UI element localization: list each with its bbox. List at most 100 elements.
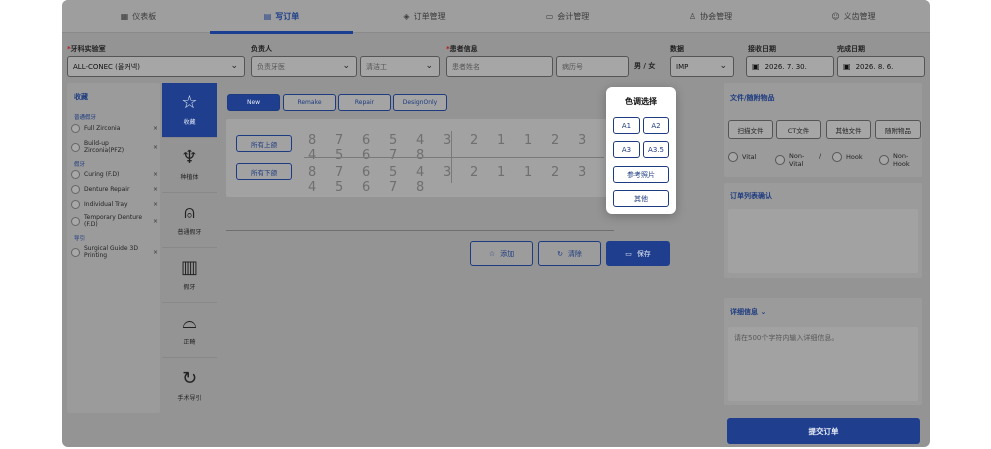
clear-button[interactable]: ↻ 清除 — [538, 241, 601, 266]
calendar-icon: ▣ — [752, 62, 760, 71]
category-orthodontic[interactable]: ⌓ 正畸 — [162, 303, 217, 358]
shade-a35-button[interactable]: A3.5 — [643, 141, 669, 158]
save-button[interactable]: ▭ 保存 — [606, 241, 670, 266]
upper-teeth-row[interactable]: 8 7 6 5 4 3 2 1 1 2 3 4 5 6 7 8 — [308, 133, 614, 163]
tab-denture[interactable]: ☺ 义齿管理 — [782, 0, 925, 33]
scan-file-button[interactable]: 扫描文件 — [728, 120, 773, 139]
shade-a3-button[interactable]: A3 — [613, 141, 640, 158]
grid-icon: ▦ — [120, 12, 129, 21]
close-icon[interactable]: × — [153, 125, 158, 132]
category-implant[interactable]: ♆ 种植体 — [162, 138, 217, 193]
completed-date-input[interactable]: ▣ 2026. 8. 6. — [837, 56, 925, 77]
order-type-design-only[interactable]: DesignOnly — [393, 94, 447, 111]
non-hook-checkbox[interactable]: Non-Hook — [879, 152, 911, 168]
teeth-chart: 所有上颌 所有下颌 8 7 6 5 4 3 2 1 1 2 3 4 5 6 7 … — [226, 119, 614, 197]
close-icon[interactable]: × — [153, 144, 158, 151]
radio-icon[interactable] — [71, 247, 80, 257]
refresh-icon: ↻ — [557, 249, 563, 258]
radio-icon[interactable] — [71, 170, 80, 179]
favorites-group: 普通假牙 — [74, 115, 97, 121]
star-icon: ☆ — [181, 92, 198, 113]
chevron-down-icon: ⌄ — [342, 61, 350, 71]
attachments-button[interactable]: 随附物品 — [875, 120, 921, 139]
vital-checkbox[interactable]: Vital — [728, 152, 756, 162]
category-crown[interactable]: ⍝ 普通假牙 — [162, 193, 217, 248]
patient-name-input[interactable]: 患者姓名 — [446, 56, 553, 77]
detail-textarea[interactable]: 请在500个字符内输入详细信息。 — [728, 327, 918, 401]
orthodontic-icon: ⌓ — [182, 312, 197, 333]
category-favorites[interactable]: ☆ 收藏 — [162, 83, 217, 138]
files-title: 文件/随附物品 — [730, 94, 775, 102]
detail-panel: 详细信息 ⌄ 请在500个字符内输入详细信息。 — [724, 298, 922, 405]
tab-write-order[interactable]: ▤ 写订单 — [210, 0, 353, 34]
smile-icon: ☺ — [831, 12, 840, 21]
non-vital-checkbox[interactable]: Non-Vital — [775, 152, 807, 168]
add-button[interactable]: ☆ 添加 — [470, 241, 533, 266]
shade-other-button[interactable]: 其他 — [613, 190, 669, 207]
shade-a2-button[interactable]: A2 — [643, 117, 669, 134]
chevron-down-icon: ⌄ — [760, 308, 767, 316]
lower-teeth-row[interactable]: 8 7 6 5 4 3 2 1 1 2 3 4 5 6 7 8 — [308, 165, 614, 195]
teeth-divider — [304, 157, 604, 158]
completed-date-label: 完成日期 — [837, 45, 865, 53]
favorite-item[interactable]: Denture Repair × — [71, 185, 158, 194]
other-file-button[interactable]: 其他文件 — [826, 120, 871, 139]
close-icon[interactable]: × — [153, 186, 158, 193]
received-date-input[interactable]: ▣ 2026. 7. 30. — [746, 56, 834, 77]
order-list — [728, 209, 918, 273]
close-icon[interactable]: × — [153, 218, 158, 225]
received-date-label: 接收日期 — [748, 45, 776, 53]
patient-label: *患者信息 — [446, 45, 478, 53]
favorite-item[interactable]: Build-up Zirconia(PFZ) × — [71, 140, 158, 154]
favorites-group: 导引 — [74, 236, 86, 242]
sex-toggle[interactable]: 男 / 女 — [634, 61, 655, 71]
person-icon: ♙ — [688, 12, 697, 21]
cleaner-select[interactable]: 清洁工 ⌄ — [360, 56, 440, 77]
favorite-item[interactable]: Temporary Denture (F.D) × — [71, 214, 158, 228]
favorite-item[interactable]: Full Zirconia × — [71, 124, 158, 133]
lab-label: *牙科实验室 — [67, 45, 106, 53]
close-icon[interactable]: × — [153, 249, 158, 256]
favorite-item[interactable]: Individual Tray × — [71, 200, 158, 209]
favorite-item[interactable]: Surgical Guide 3D Printing × — [71, 245, 158, 259]
tab-accounting[interactable]: ▭ 会计管理 — [496, 0, 639, 33]
dentist-select[interactable]: 负责牙医 ⌄ — [251, 56, 357, 77]
lab-select[interactable]: ALL-CONEC (올커넥) ⌄ — [67, 56, 245, 77]
ct-file-button[interactable]: CT文件 — [776, 120, 821, 139]
radio-icon[interactable] — [71, 200, 80, 209]
chevron-down-icon: ⌄ — [425, 61, 433, 71]
tab-association[interactable]: ♙ 协会管理 — [639, 0, 782, 33]
crown-icon: ⍝ — [184, 202, 195, 223]
close-icon[interactable]: × — [153, 171, 158, 178]
teeth-midline — [451, 131, 452, 183]
shade-a1-button[interactable]: A1 — [613, 117, 640, 134]
reference-photo-button[interactable]: 参考照片 — [613, 166, 669, 183]
category-surgical-guide[interactable]: ↻ 手术导引 — [162, 358, 217, 413]
data-label: 数据 — [670, 45, 684, 53]
data-select[interactable]: IMP ⌄ — [670, 56, 734, 77]
radio-icon[interactable] — [71, 216, 80, 226]
shade-popup: 色调选择 A1 A2 A3 A3.5 参考照片 其他 — [606, 87, 676, 214]
order-type-repair[interactable]: Repair — [338, 94, 391, 111]
select-lower-button[interactable]: 所有下颌 — [236, 163, 292, 180]
favorites-title: 收藏 — [74, 93, 88, 101]
radio-icon[interactable] — [71, 142, 80, 152]
chevron-down-icon: ⌄ — [230, 61, 238, 71]
category-denture[interactable]: ▥ 假牙 — [162, 248, 217, 303]
order-confirm-panel: 订单列表确认 — [724, 183, 922, 278]
order-type-new[interactable]: New — [227, 94, 280, 111]
radio-icon[interactable] — [71, 124, 80, 133]
tab-order-management[interactable]: ◈ 订单管理 — [353, 0, 496, 33]
select-upper-button[interactable]: 所有上颌 — [236, 135, 292, 152]
hook-checkbox[interactable]: Hook — [832, 152, 863, 162]
detail-title[interactable]: 详细信息 ⌄ — [730, 307, 766, 317]
radio-icon[interactable] — [71, 185, 80, 194]
category-column: ☆ 收藏 ♆ 种植体 ⍝ 普通假牙 ▥ 假牙 ⌓ 正畸 ↻ 手术导引 — [162, 83, 217, 413]
submit-order-button[interactable]: 提交订单 — [727, 418, 920, 444]
order-type-remake[interactable]: Remake — [283, 94, 336, 111]
close-icon[interactable]: × — [153, 201, 158, 208]
record-number-input[interactable]: 病历号 — [556, 56, 629, 77]
tab-dashboard[interactable]: ▦ 仪表板 — [67, 0, 210, 33]
surgical-guide-icon: ↻ — [181, 367, 198, 389]
favorite-item[interactable]: Curing (F.D) × — [71, 170, 158, 179]
